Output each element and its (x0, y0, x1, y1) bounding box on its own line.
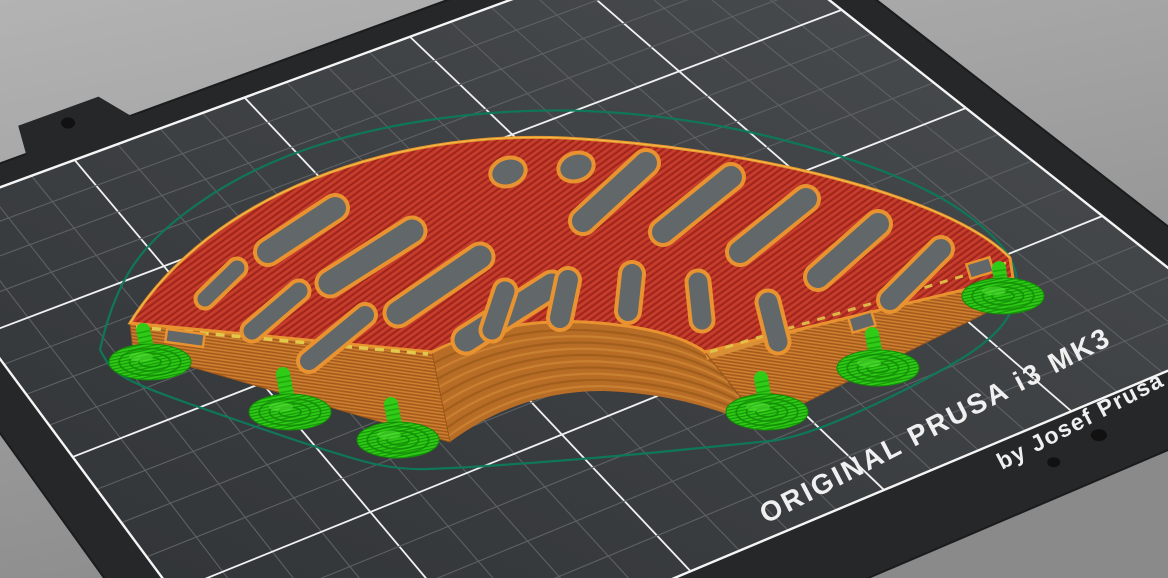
viewport-3d[interactable]: ORIGINAL PRUSA i3 MK3 by Josef Prusa (0, 0, 1168, 578)
slicer-scene[interactable]: ORIGINAL PRUSA i3 MK3 by Josef Prusa (0, 0, 1168, 578)
